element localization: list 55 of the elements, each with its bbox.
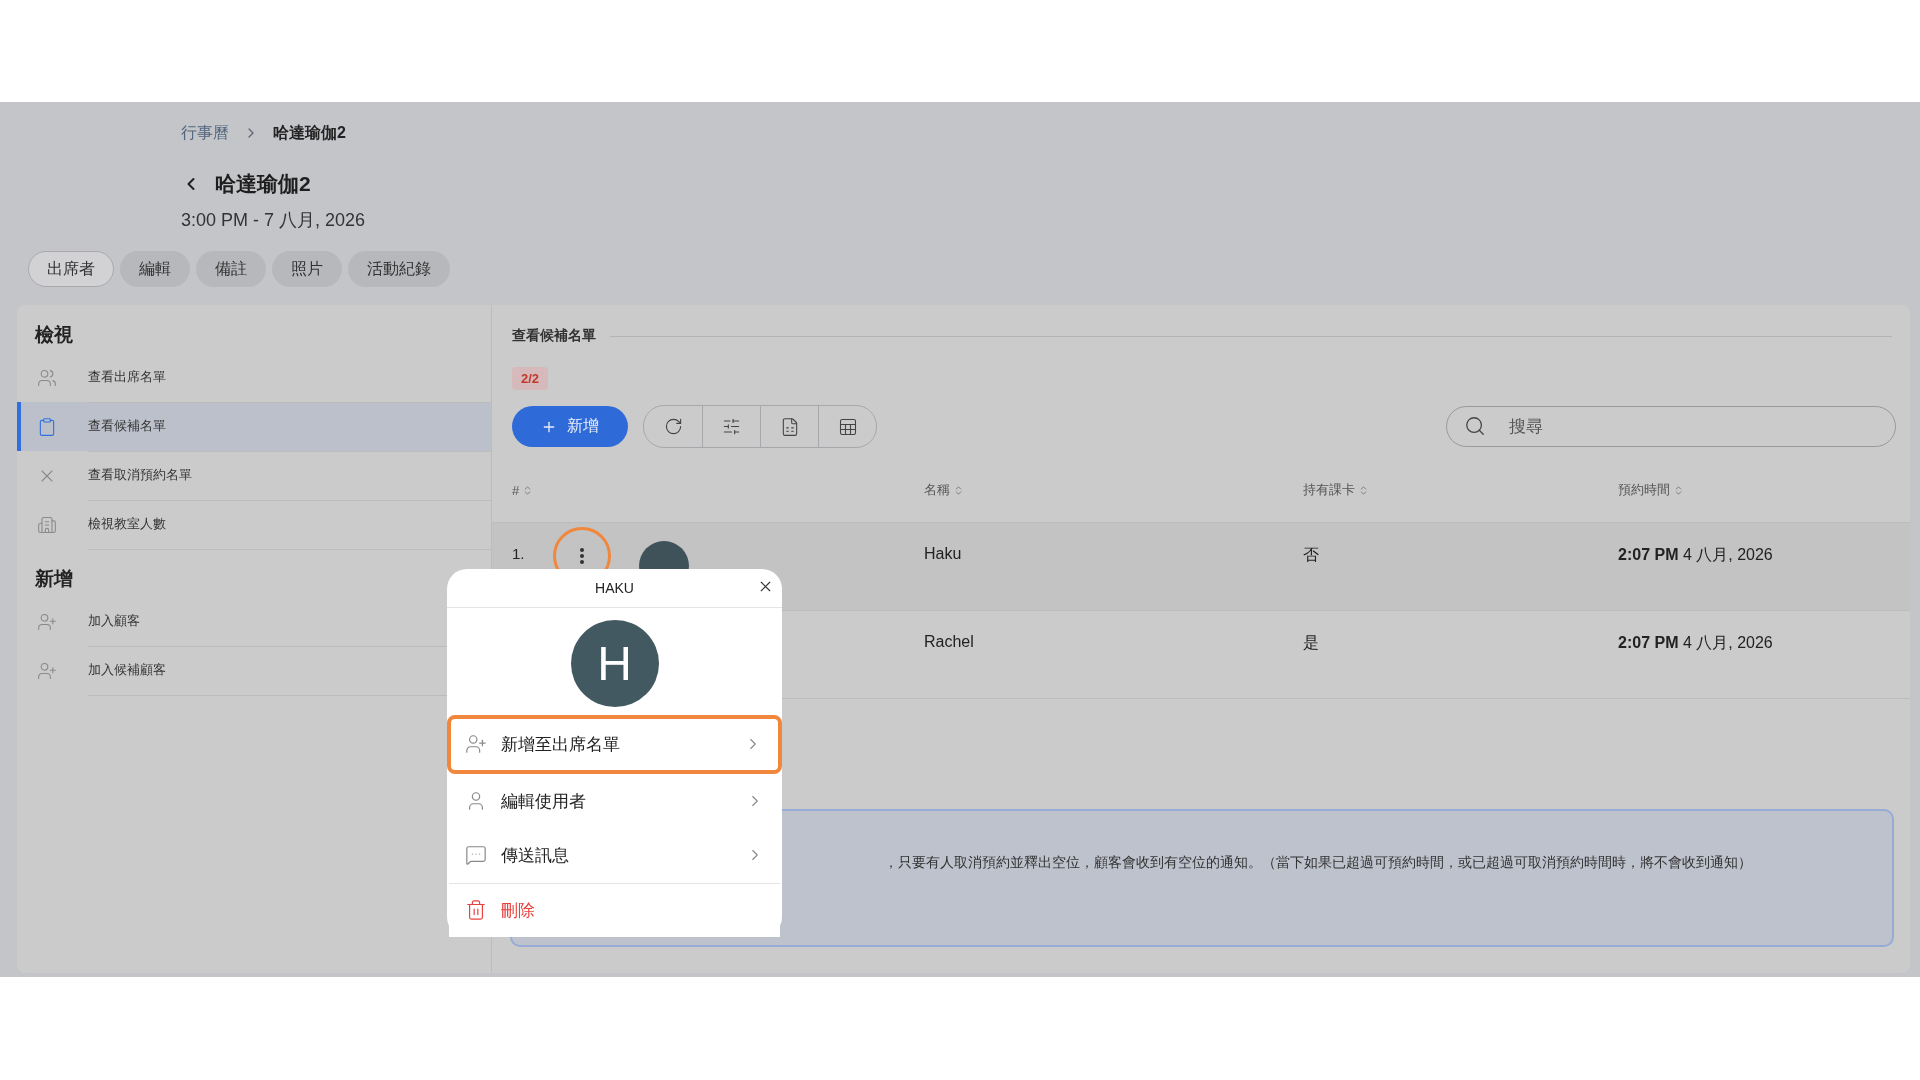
breadcrumb-link[interactable]: 哈達瑜伽2 <box>273 122 346 144</box>
column-header[interactable]: 名稱 <box>904 481 1283 499</box>
people-icon <box>37 367 57 388</box>
column-header[interactable]: 預約時間 <box>1598 481 1910 499</box>
column-header[interactable]: 持有課卡 <box>1283 481 1598 499</box>
row-number: 1. <box>512 545 525 562</box>
search-field[interactable]: 搜尋 <box>1446 406 1896 447</box>
sort-icon <box>953 484 964 496</box>
table-cell-text: 否 <box>1302 545 1320 565</box>
popup-title: HAKU <box>595 579 634 596</box>
table-cell-text: 是 <box>1302 633 1320 653</box>
table-cell-text: 2:07 PM 4 八月, 2026 <box>1617 545 1774 565</box>
sidebar-item-label: 查看取消預約名單 <box>88 450 491 501</box>
sidebar-item-label: 查看候補名單 <box>88 401 491 452</box>
add-person-icon <box>465 733 487 756</box>
tab[interactable]: 出席者 <box>28 251 114 287</box>
refresh-icon <box>663 417 683 436</box>
tab[interactable]: 活動紀錄 <box>348 251 450 287</box>
add-person-icon <box>37 660 57 681</box>
avatar: H <box>570 619 659 707</box>
tab[interactable]: 照片 <box>272 251 342 287</box>
section-title: 新增 <box>34 567 74 591</box>
search-icon <box>1464 415 1486 437</box>
sidebar-item[interactable]: 查看出席名單 <box>17 353 491 402</box>
panel-title: 查看候補名單 <box>512 327 596 345</box>
chat-icon <box>465 844 487 867</box>
menu-item[interactable]: 新增至出席名單 <box>447 714 782 774</box>
trash-icon <box>465 899 487 922</box>
notice-text: ，只要有人取消預約並釋出空位，顧客會收到有空位的通知。（當下如果已超過可預約時間，或已超過可取消預約時間時，將不會收到通知） <box>884 854 1752 872</box>
breadcrumb-link[interactable]: 行事曆 <box>181 122 229 144</box>
sidebar-item[interactable]: 檢視教室人數 <box>17 500 491 549</box>
count-badge: 2/2 <box>512 367 549 390</box>
sidebar-item-label: 查看出席名單 <box>88 352 491 403</box>
sidebar-item-label: 檢視教室人數 <box>88 499 491 550</box>
section-title: 檢視 <box>33 323 74 347</box>
table-cell-text: Rachel <box>923 632 975 652</box>
sidebar-item[interactable]: 查看候補名單 <box>17 402 491 451</box>
tab[interactable]: 編輯 <box>120 251 190 287</box>
table-cell-text: Haku <box>923 544 963 564</box>
add-person-icon <box>37 611 57 632</box>
column-header[interactable]: # <box>492 482 904 498</box>
kebab-icon <box>578 547 585 565</box>
sort-icon <box>1673 484 1684 496</box>
table-cell-text: 2:07 PM 4 八月, 2026 <box>1617 633 1774 653</box>
page-title: 哈達瑜伽2 <box>215 171 311 197</box>
clipboard-icon <box>37 416 57 437</box>
sliders-icon <box>722 417 741 436</box>
event-time: 3:00 PM - 7 八月, 2026 <box>181 209 367 232</box>
sort-icon <box>1358 484 1369 496</box>
menu-item[interactable]: 刪除 <box>449 882 780 937</box>
building-icon <box>37 514 57 535</box>
spreadsheet-icon <box>837 416 858 437</box>
tab[interactable]: 備註 <box>196 251 266 287</box>
add-button[interactable]: 新增 <box>512 406 628 447</box>
sidebar-item[interactable]: 查看取消預約名單 <box>17 451 491 500</box>
